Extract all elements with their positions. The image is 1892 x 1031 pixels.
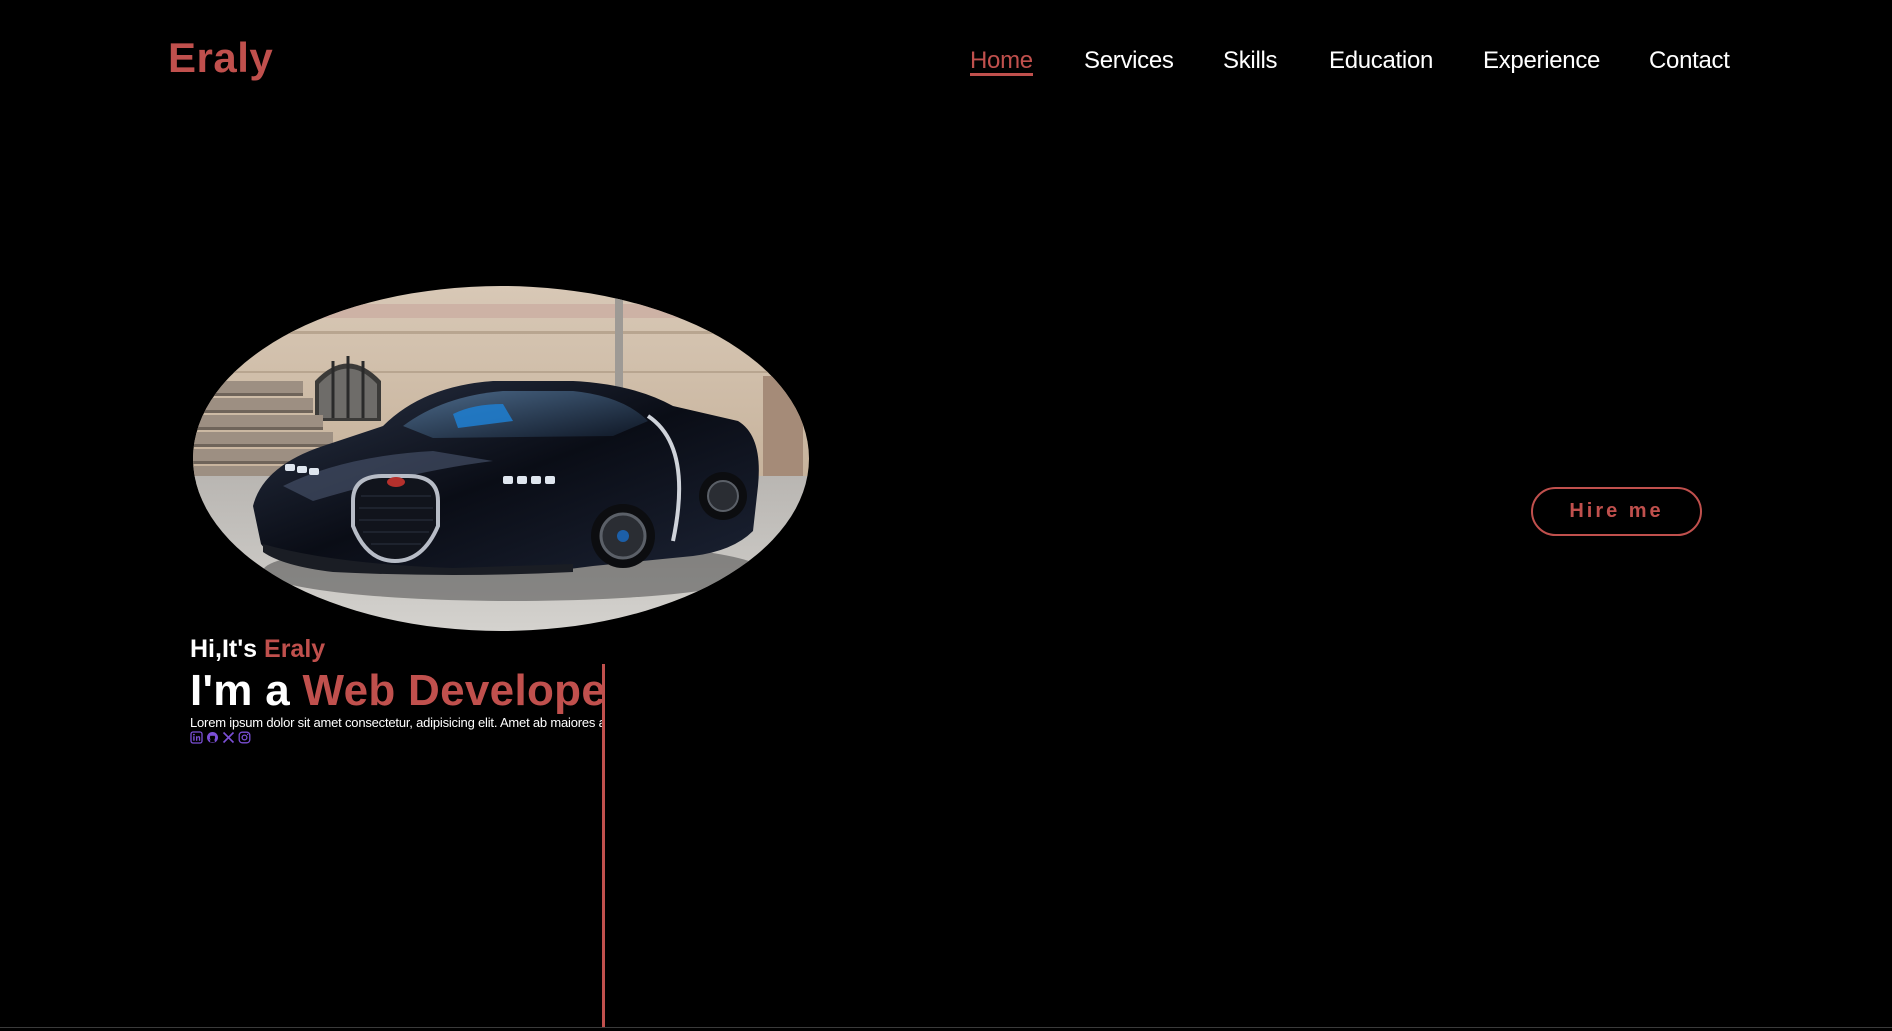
role-heading: I'm a Web Developer <box>190 667 605 715</box>
nav-item-skills[interactable]: Skills <box>1223 47 1278 75</box>
hero-description: Lorem ipsum dolor sit amet consectetur, … <box>190 715 605 730</box>
nav-item-services[interactable]: Services <box>1084 47 1174 75</box>
github-icon[interactable] <box>206 731 219 744</box>
greeting: Hi,It's Eraly <box>190 634 605 664</box>
hero-text: Hi,It's Eraly I'm a Web Developer Lorem … <box>190 634 605 764</box>
greeting-prefix: Hi,It's <box>190 635 258 663</box>
instagram-icon[interactable] <box>238 731 251 744</box>
nav-item-label: Home <box>970 47 1033 74</box>
typing-cursor-line <box>602 664 605 1028</box>
x-icon[interactable] <box>222 731 235 744</box>
hire-me-button[interactable]: Hire me <box>1531 487 1702 536</box>
social-links <box>190 730 605 744</box>
nav-item-home[interactable]: Home <box>970 47 1033 76</box>
role-prefix: I'm a <box>190 666 291 715</box>
nav-item-experience[interactable]: Experience <box>1483 47 1600 75</box>
linkedin-icon[interactable] <box>190 730 203 744</box>
nav-item-education[interactable]: Education <box>1329 47 1433 75</box>
hero-image <box>193 286 809 631</box>
role-highlight: Web Developer <box>302 666 605 715</box>
active-underline <box>970 73 1033 76</box>
greeting-name: Eraly <box>264 635 326 663</box>
nav-item-contact[interactable]: Contact <box>1649 47 1730 75</box>
sports-car-illustration <box>193 286 809 631</box>
page-bottom-divider <box>0 1027 1892 1028</box>
main-nav: Home Services Skills Education Experienc… <box>0 47 1892 87</box>
page: Eraly Home Services Skills Education Exp… <box>0 0 1892 1031</box>
